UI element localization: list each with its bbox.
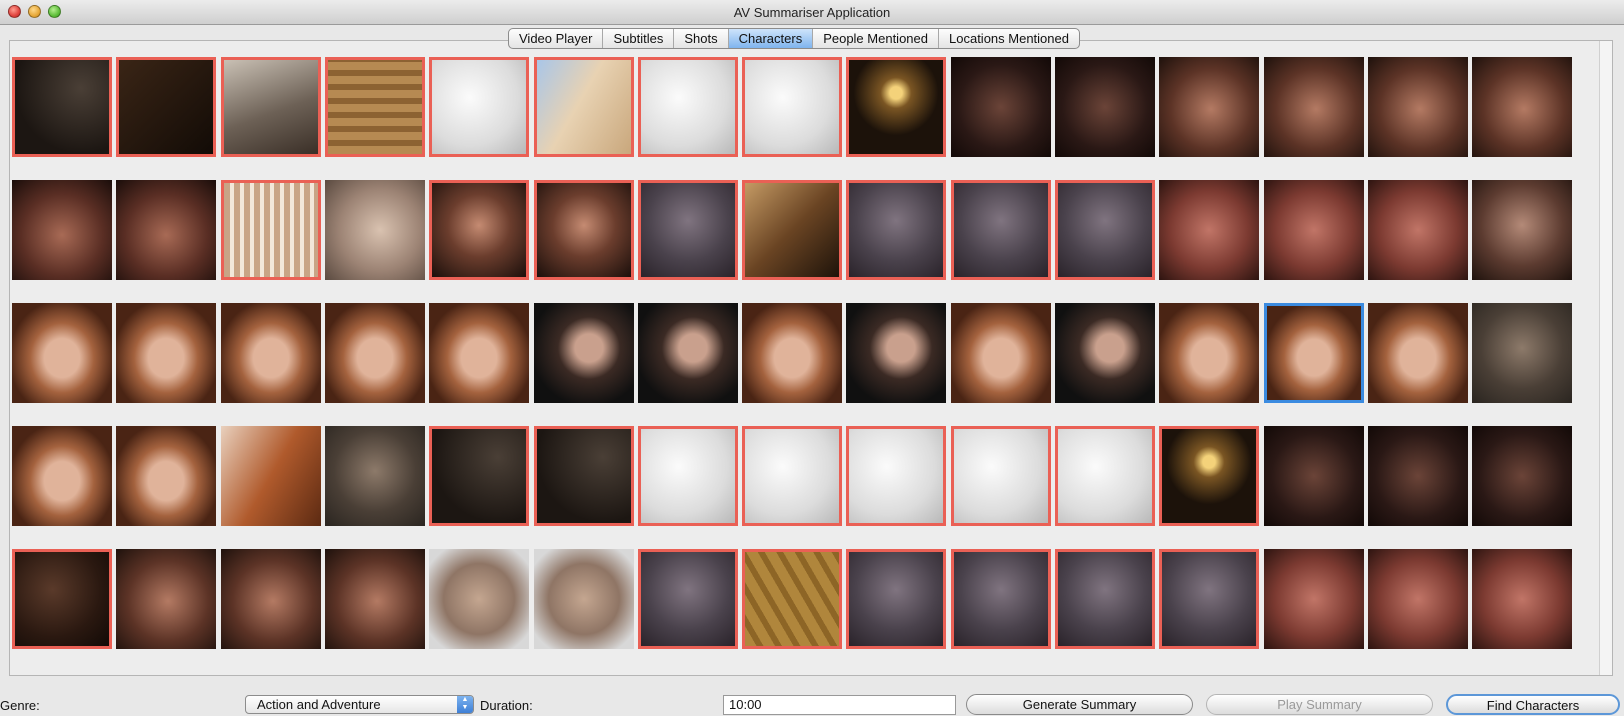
- tab-subtitles[interactable]: Subtitles: [603, 29, 675, 48]
- character-thumbnail[interactable]: [1055, 180, 1155, 280]
- character-thumbnail[interactable]: [116, 180, 216, 280]
- character-thumbnail[interactable]: [429, 180, 529, 280]
- character-thumbnail[interactable]: [638, 303, 738, 403]
- character-thumbnail[interactable]: [116, 57, 216, 157]
- character-thumbnail[interactable]: [221, 549, 321, 649]
- title-bar: AV Summariser Application: [0, 0, 1624, 25]
- character-thumbnail[interactable]: [12, 303, 112, 403]
- character-thumbnail[interactable]: [1264, 303, 1364, 403]
- character-thumbnail[interactable]: [1159, 57, 1259, 157]
- character-thumbnail[interactable]: [12, 426, 112, 526]
- character-thumbnail[interactable]: [429, 426, 529, 526]
- character-thumbnail[interactable]: [1159, 180, 1259, 280]
- character-thumbnail[interactable]: [1055, 426, 1155, 526]
- character-thumbnail[interactable]: [1264, 426, 1364, 526]
- character-thumbnail[interactable]: [1472, 303, 1572, 403]
- character-thumbnail[interactable]: [1264, 549, 1364, 649]
- tab-people-mentioned[interactable]: People Mentioned: [813, 29, 939, 48]
- character-thumbnail[interactable]: [1368, 303, 1468, 403]
- character-thumbnail[interactable]: [846, 549, 946, 649]
- character-thumbnail[interactable]: [221, 57, 321, 157]
- character-thumbnail[interactable]: [325, 303, 425, 403]
- character-thumbnail[interactable]: [846, 303, 946, 403]
- character-thumbnail[interactable]: [1368, 426, 1468, 526]
- character-thumbnail[interactable]: [742, 549, 842, 649]
- select-arrows-icon: ▲ ▼: [457, 696, 473, 713]
- character-thumbnail[interactable]: [429, 303, 529, 403]
- character-thumbnail[interactable]: [534, 57, 634, 157]
- character-thumbnail[interactable]: [534, 549, 634, 649]
- tab-characters[interactable]: Characters: [728, 29, 814, 48]
- character-thumbnail[interactable]: [325, 426, 425, 526]
- character-thumbnail[interactable]: [1055, 549, 1155, 649]
- character-thumbnail[interactable]: [846, 426, 946, 526]
- play-summary-button[interactable]: Play Summary: [1206, 694, 1433, 715]
- character-thumbnail[interactable]: [429, 57, 529, 157]
- vertical-scrollbar[interactable]: [1599, 41, 1612, 675]
- character-thumbnail[interactable]: [1472, 549, 1572, 649]
- character-thumbnail[interactable]: [846, 180, 946, 280]
- character-thumbnail[interactable]: [1264, 57, 1364, 157]
- character-thumbnail[interactable]: [325, 549, 425, 649]
- character-thumbnail[interactable]: [116, 303, 216, 403]
- characters-panel: [9, 40, 1613, 676]
- character-thumbnail[interactable]: [951, 180, 1051, 280]
- character-thumbnail[interactable]: [534, 303, 634, 403]
- character-thumbnail[interactable]: [534, 426, 634, 526]
- tab-shots[interactable]: Shots: [674, 29, 729, 48]
- duration-field[interactable]: 10:00: [723, 695, 956, 715]
- duration-label: Duration:: [480, 698, 533, 713]
- character-thumbnail[interactable]: [12, 180, 112, 280]
- tab-locations-mentioned[interactable]: Locations Mentioned: [939, 29, 1079, 48]
- character-thumbnail[interactable]: [951, 426, 1051, 526]
- character-thumbnail[interactable]: [221, 180, 321, 280]
- character-thumbnail[interactable]: [638, 549, 738, 649]
- character-thumbnail[interactable]: [1368, 57, 1468, 157]
- character-thumbnail[interactable]: [1368, 549, 1468, 649]
- character-thumbnail[interactable]: [325, 57, 425, 157]
- character-thumbnail[interactable]: [1159, 426, 1259, 526]
- character-thumbnail[interactable]: [742, 180, 842, 280]
- bottom-control-bar: Genre: Action and Adventure ▲ ▼ Duration:…: [0, 694, 1624, 716]
- character-thumbnail[interactable]: [742, 57, 842, 157]
- character-thumbnail[interactable]: [742, 303, 842, 403]
- character-thumbnail[interactable]: [116, 549, 216, 649]
- character-thumbnail[interactable]: [221, 303, 321, 403]
- character-thumbnail[interactable]: [742, 426, 842, 526]
- generate-summary-button[interactable]: Generate Summary: [966, 694, 1193, 715]
- character-thumbnail[interactable]: [221, 426, 321, 526]
- character-thumbnail[interactable]: [1159, 303, 1259, 403]
- character-thumbnail[interactable]: [1368, 180, 1468, 280]
- character-thumbnail[interactable]: [638, 180, 738, 280]
- genre-select-value: Action and Adventure: [257, 697, 381, 712]
- character-thumbnail[interactable]: [429, 549, 529, 649]
- character-thumbnail[interactable]: [12, 57, 112, 157]
- character-thumbnail[interactable]: [638, 57, 738, 157]
- character-thumbnail[interactable]: [951, 549, 1051, 649]
- character-thumbnail[interactable]: [1055, 57, 1155, 157]
- character-thumbnail[interactable]: [534, 180, 634, 280]
- window-title: AV Summariser Application: [733, 5, 891, 20]
- character-thumbnail[interactable]: [325, 180, 425, 280]
- character-thumbnail[interactable]: [846, 57, 946, 157]
- tab-bar: Video Player Subtitles Shots Characters …: [508, 28, 1080, 49]
- character-thumbnail[interactable]: [1472, 426, 1572, 526]
- character-thumbnail[interactable]: [951, 303, 1051, 403]
- character-thumbnail[interactable]: [116, 426, 216, 526]
- character-thumbnail[interactable]: [1264, 180, 1364, 280]
- character-thumbnail[interactable]: [12, 549, 112, 649]
- character-thumbnail[interactable]: [1055, 303, 1155, 403]
- find-characters-button[interactable]: Find Characters: [1446, 694, 1620, 715]
- genre-label: Genre:: [0, 698, 40, 713]
- character-thumbnail[interactable]: [1472, 57, 1572, 157]
- tab-video-player[interactable]: Video Player: [509, 29, 604, 48]
- character-thumbnail[interactable]: [638, 426, 738, 526]
- character-thumbnail[interactable]: [951, 57, 1051, 157]
- character-thumbnail[interactable]: [1159, 549, 1259, 649]
- genre-select[interactable]: Action and Adventure ▲ ▼: [245, 695, 474, 714]
- character-thumbnail[interactable]: [1472, 180, 1572, 280]
